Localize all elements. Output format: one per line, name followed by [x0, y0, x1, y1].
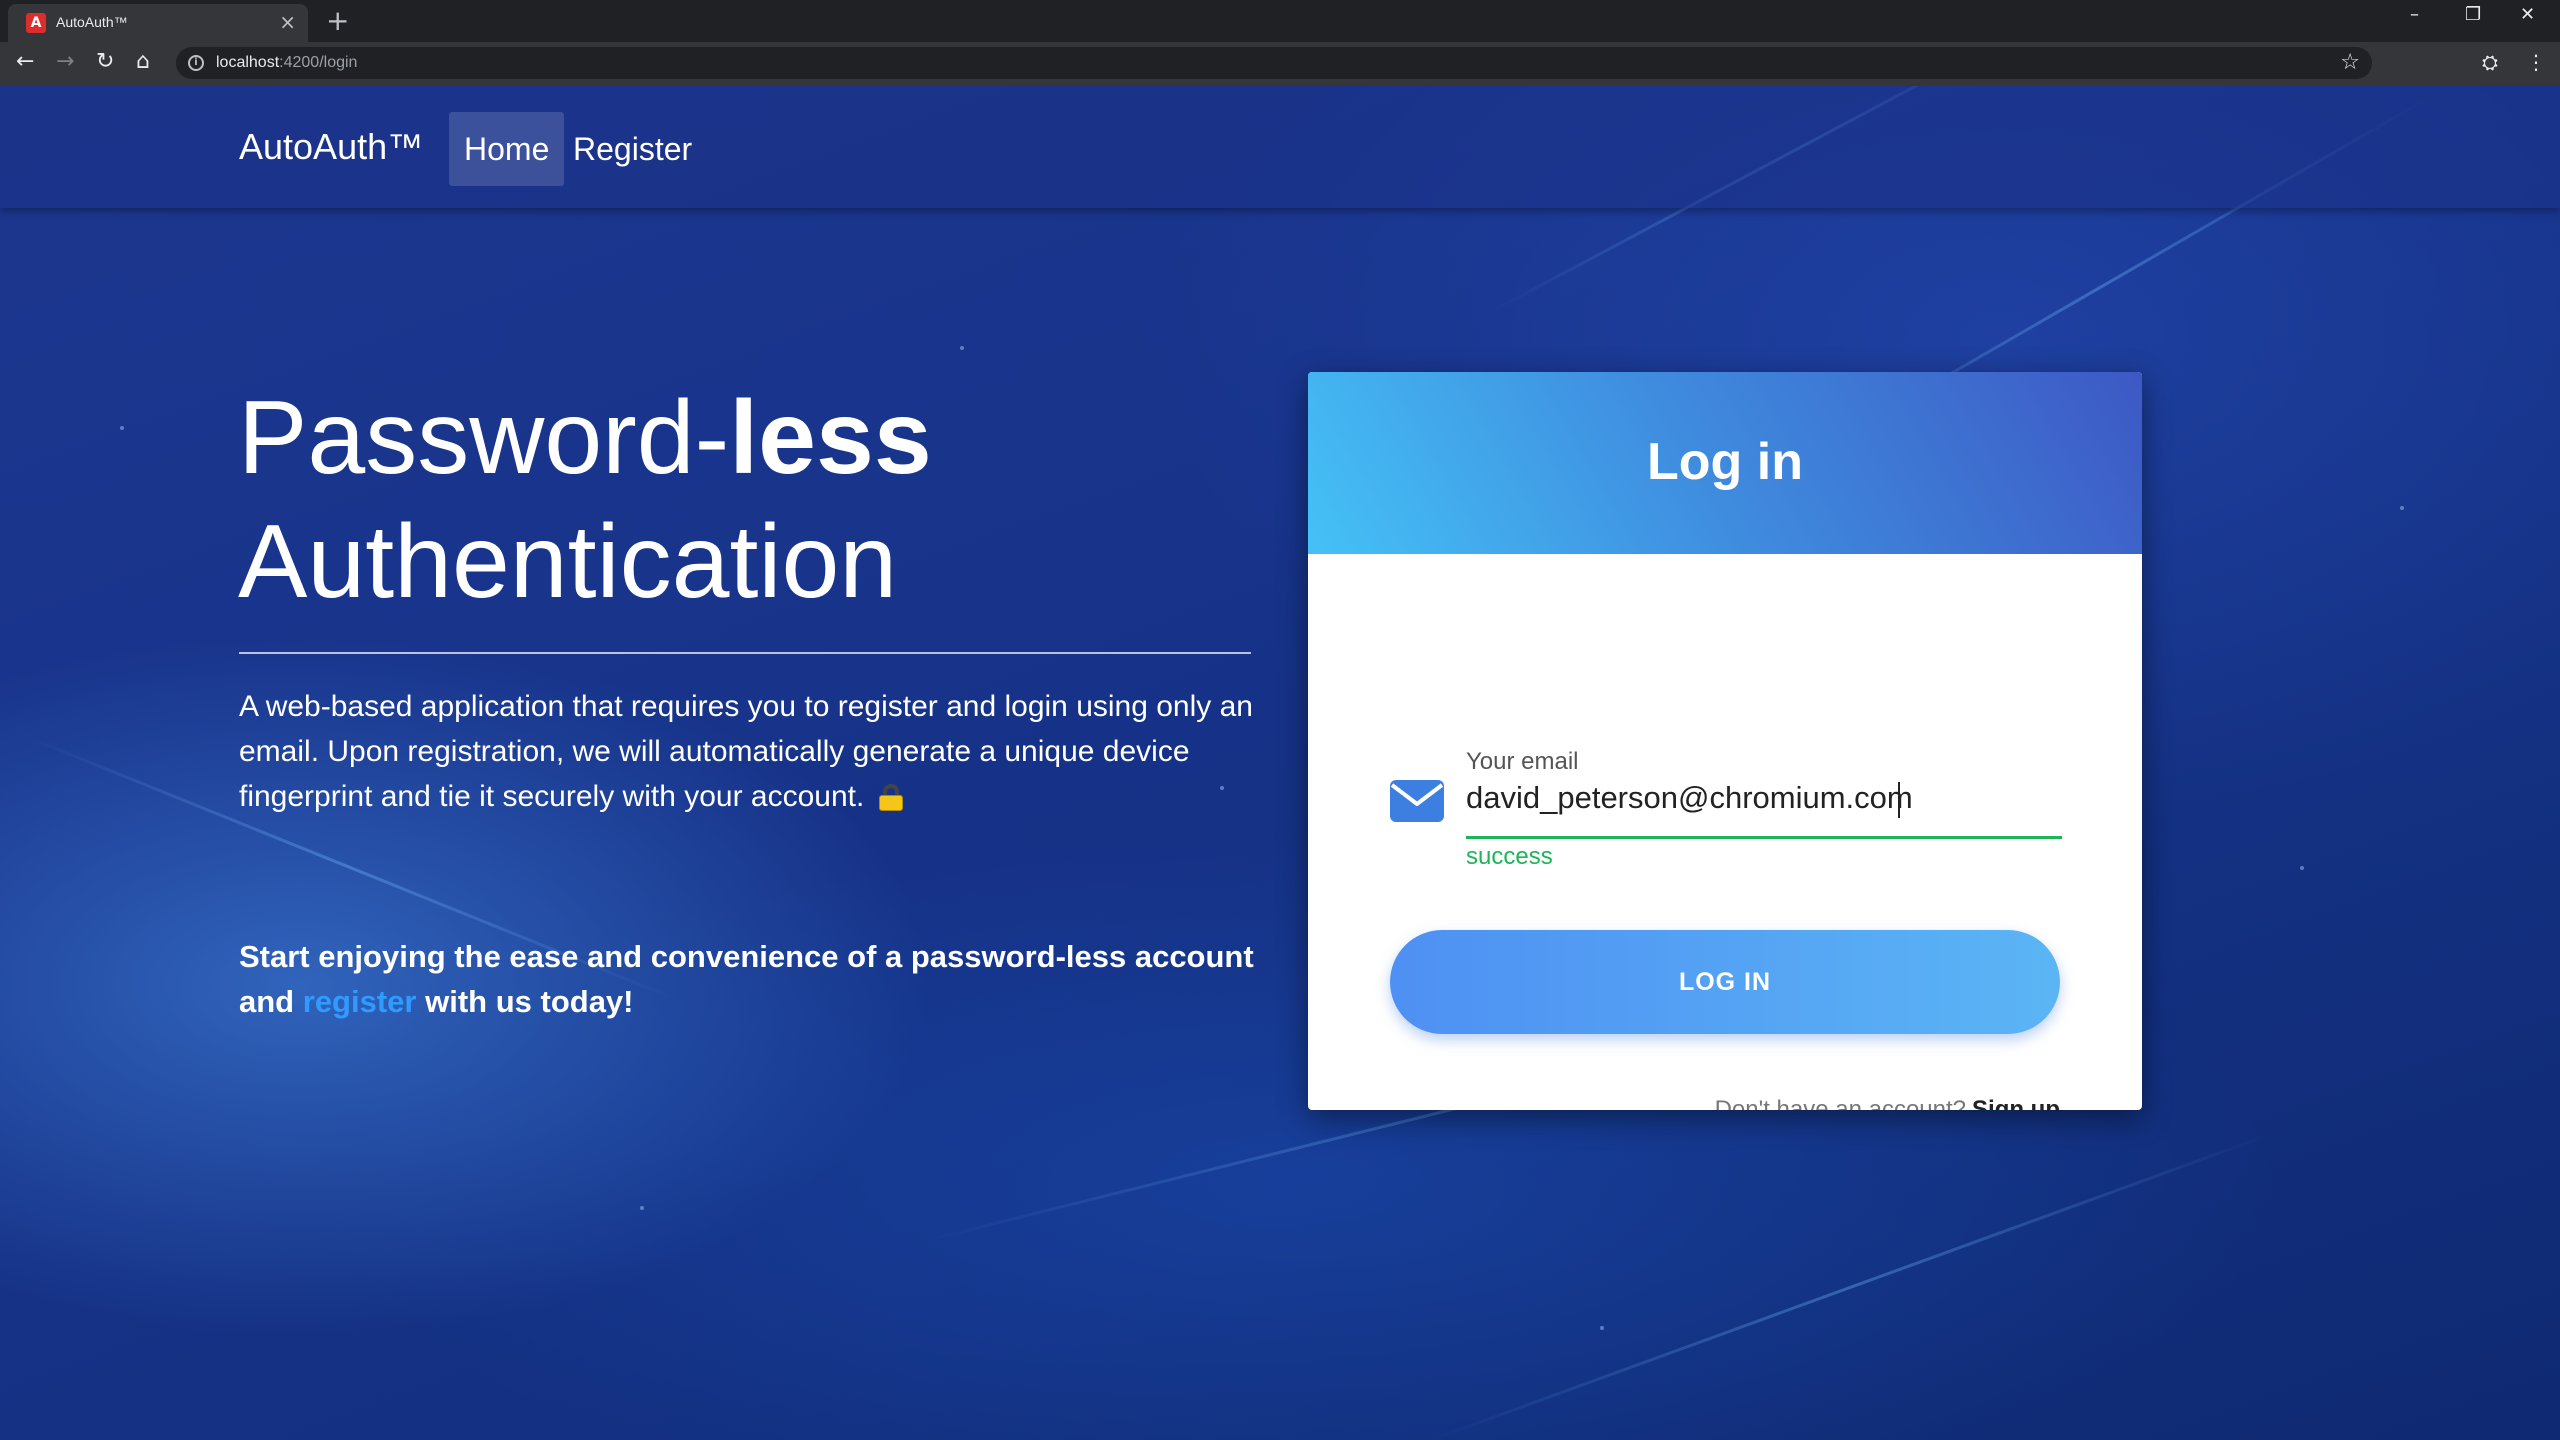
browser-toolbar: ← → ↻ ⌂ i localhost:4200/login ☆ ⛭ ⋮	[0, 42, 2560, 86]
close-window-icon[interactable]: ✕	[2520, 4, 2535, 25]
login-button[interactable]: LOG IN	[1390, 930, 2060, 1034]
minimize-icon[interactable]: –	[2410, 4, 2419, 25]
hero-title-light: Password-	[238, 380, 730, 496]
hero-title-line2: Authentication	[238, 504, 898, 620]
hero-description-text: A web-based application that requires yo…	[239, 690, 1253, 813]
incognito-icon[interactable]: ⛭	[2482, 50, 2498, 74]
email-validation-status: success	[1466, 843, 1553, 870]
background-dot	[2300, 866, 2304, 870]
info-icon[interactable]: i	[188, 55, 204, 71]
forward-arrow-icon[interactable]: →	[56, 49, 74, 74]
hero-divider	[239, 652, 1251, 654]
hero-title-bold: less	[729, 380, 932, 496]
email-field[interactable]	[1466, 780, 2062, 816]
top-navbar: AutoAuth™ Home Register	[0, 86, 2560, 208]
signup-row: Don't have an account? Sign up	[1715, 1096, 2060, 1110]
background-dot	[1600, 1326, 1604, 1330]
url-text[interactable]: localhost:4200/login	[216, 54, 357, 72]
login-card: Log in Your email success LOG IN Don't h…	[1308, 372, 2142, 1110]
nav-link-register[interactable]: Register	[558, 112, 707, 186]
background-dot	[2400, 506, 2404, 510]
browser-tab-strip: A AutoAuth™ × + – ❐ ✕	[0, 0, 2560, 42]
hero-cta-after: with us today!	[425, 984, 634, 1019]
login-card-header: Log in	[1308, 372, 2142, 554]
url-path: :4200/login	[279, 54, 358, 71]
browser-tab[interactable]: A AutoAuth™ ×	[8, 4, 308, 42]
nav-link-home[interactable]: Home	[449, 112, 565, 186]
more-vert-icon[interactable]: ⋮	[2526, 50, 2546, 74]
tab-title: AutoAuth™	[56, 14, 128, 30]
star-icon[interactable]: ☆	[2340, 50, 2360, 75]
background-dot	[960, 346, 964, 350]
url-host: localhost	[216, 54, 280, 71]
hero-title: Password-less Authentication	[238, 376, 932, 624]
new-tab-icon[interactable]: +	[326, 4, 349, 37]
reload-icon[interactable]: ↻	[96, 49, 114, 74]
close-tab-icon[interactable]: ×	[279, 10, 296, 34]
envelope-icon	[1390, 780, 1444, 822]
background-streak	[1426, 1132, 2274, 1440]
lock-icon	[878, 784, 903, 811]
text-caret	[1898, 782, 1900, 818]
background-dot	[640, 1206, 644, 1210]
address-bar[interactable]: i localhost:4200/login ☆	[176, 47, 2372, 79]
restore-icon[interactable]: ❐	[2465, 4, 2481, 25]
signup-prompt: Don't have an account?	[1714, 1096, 1967, 1110]
brand-logo[interactable]: AutoAuth™	[239, 126, 423, 168]
login-title: Log in	[1647, 433, 1803, 491]
angular-favicon-icon: A	[26, 13, 46, 33]
email-label: Your email	[1466, 748, 1579, 775]
page-viewport: AutoAuth™ Home Register Password-less Au…	[0, 86, 2560, 1440]
signup-link[interactable]: Sign up	[1972, 1096, 2060, 1110]
back-arrow-icon[interactable]: ←	[16, 49, 34, 74]
email-field-underline	[1466, 836, 2062, 839]
hero-cta: Start enjoying the ease and convenience …	[239, 934, 1259, 1024]
home-icon[interactable]: ⌂	[136, 49, 150, 74]
hero-description: A web-based application that requires yo…	[239, 684, 1259, 819]
background-dot	[120, 426, 124, 430]
register-link[interactable]: register	[303, 984, 417, 1019]
